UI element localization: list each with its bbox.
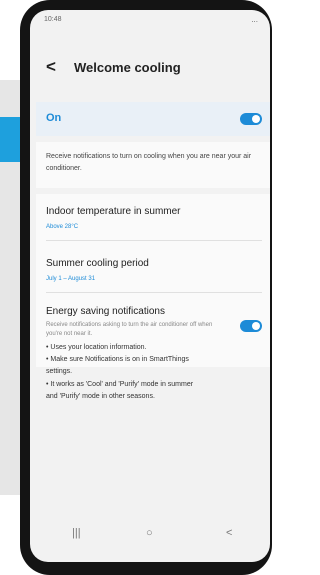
home-icon[interactable]: ○	[146, 527, 153, 539]
master-toggle-row[interactable]: On	[36, 102, 270, 136]
energy-saving-toggle[interactable]	[240, 320, 262, 332]
divider	[46, 240, 262, 241]
indoor-temperature-value: Above 28°C	[46, 224, 79, 230]
info-line: • Make sure Notifications is on in Smart…	[46, 356, 189, 364]
cooling-period-title[interactable]: Summer cooling period	[46, 258, 149, 269]
recents-icon[interactable]: |||	[72, 527, 81, 539]
master-toggle-label: On	[46, 112, 62, 124]
info-line: • Uses your location information.	[46, 344, 147, 351]
indoor-temperature-title[interactable]: Indoor temperature in summer	[46, 206, 181, 217]
info-line: and 'Purify' mode in other seasons.	[46, 392, 155, 400]
status-icons: ...	[251, 15, 258, 24]
phone-screen: 10:48 ... < Welcome cooling On Receive n…	[30, 10, 270, 562]
back-nav-icon[interactable]: <	[226, 527, 232, 539]
toggle-knob	[252, 322, 260, 330]
toggle-knob	[252, 115, 260, 123]
cooling-period-value: July 1 – August 31	[46, 276, 96, 282]
status-bar: 10:48 ...	[30, 10, 270, 30]
page-title: Welcome cooling	[74, 60, 181, 75]
master-toggle-switch[interactable]	[240, 113, 262, 125]
status-time: 10:48	[44, 16, 62, 23]
header: < Welcome cooling	[30, 56, 270, 82]
divider	[46, 292, 262, 293]
energy-saving-subtitle: Receive notifications asking to turn the…	[46, 322, 213, 337]
navigation-bar: ||| ○ <	[30, 522, 270, 550]
info-notes: • Uses your location information. • Make…	[46, 342, 266, 403]
back-icon[interactable]: <	[46, 58, 56, 76]
info-line: • It works as 'Cool' and 'Purify' mode i…	[46, 380, 194, 388]
description-card: Receive notifications to turn on cooling…	[36, 142, 270, 188]
info-line: settings.	[46, 368, 73, 376]
energy-saving-title[interactable]: Energy saving notifications	[46, 306, 165, 317]
description-text: Receive notifications to turn on cooling…	[46, 153, 252, 172]
